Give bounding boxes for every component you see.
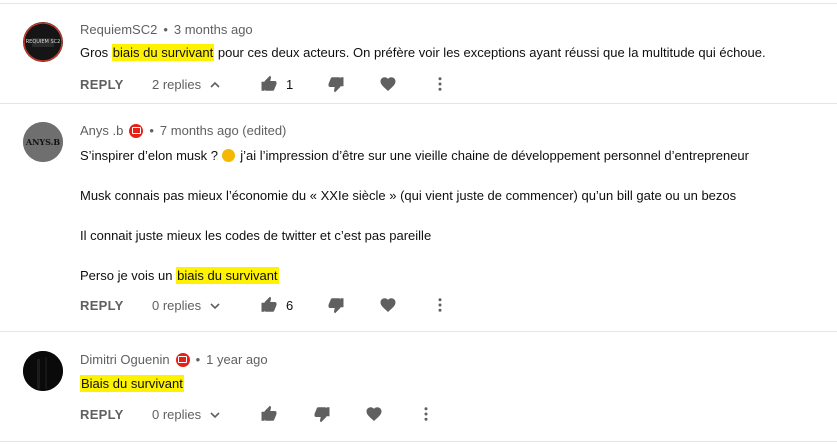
- membership-badge-icon: [129, 123, 144, 138]
- comment-text: Biais du survivant: [80, 375, 184, 392]
- replies-count: 0 replies: [152, 407, 202, 422]
- highlight-text: biais du survivant: [176, 267, 279, 284]
- chevron-down-icon: [210, 411, 220, 418]
- highlight-text: Biais du survivant: [80, 375, 184, 392]
- reply-button[interactable]: REPLY: [80, 77, 124, 92]
- heart-icon[interactable]: [365, 405, 383, 423]
- membership-badge-icon: [175, 352, 190, 367]
- like-count: 1: [286, 77, 294, 92]
- comment-author[interactable]: Anys .b: [80, 123, 123, 138]
- divider: [0, 441, 837, 442]
- more-vert-icon[interactable]: [417, 405, 435, 423]
- comment-anys-b: ANYS.B Anys .b • 7 months ago (edited) S…: [0, 104, 837, 331]
- comment-actions: REPLY 0 replies: [80, 405, 500, 427]
- separator-dot: •: [163, 22, 168, 37]
- comment-actions: REPLY 2 replies 1: [80, 75, 500, 97]
- reply-button[interactable]: REPLY: [80, 407, 124, 422]
- comment-author[interactable]: RequiemSC2: [80, 22, 157, 37]
- comment-text-line: Musk connais pas mieux l’économie du « X…: [80, 188, 737, 203]
- comment-time[interactable]: 3 months ago: [174, 22, 253, 37]
- avatar[interactable]: REQUIEM SC2: [23, 22, 63, 62]
- thumbs-down-icon[interactable]: [327, 75, 345, 93]
- chevron-up-icon: [210, 81, 220, 88]
- chevron-down-icon: [210, 302, 220, 309]
- more-vert-icon[interactable]: [431, 75, 449, 93]
- avatar-lettering: REQUIEM SC2: [26, 39, 61, 45]
- comment-actions: REPLY 0 replies 6: [80, 296, 500, 318]
- avatar[interactable]: ANYS.B: [23, 122, 63, 162]
- text-segment: j’ai l’impression d’être sur une vieille…: [236, 148, 749, 163]
- highlight-text: biais du survivant: [111, 44, 215, 61]
- text-segment: Gros: [80, 45, 112, 60]
- thumbs-up-icon[interactable]: [260, 405, 278, 423]
- separator-dot: •: [149, 123, 154, 138]
- comment-dimitri-oguenin: Dimitri Oguenin • 1 year ago Biais du su…: [0, 332, 837, 441]
- view-replies-button[interactable]: 2 replies: [152, 77, 221, 92]
- avatar-image: ANYS.B: [23, 122, 63, 162]
- thumbs-down-icon[interactable]: [313, 405, 331, 423]
- comment-text-line: Perso je vois un biais du survivant: [80, 267, 279, 284]
- like-count: 6: [286, 298, 294, 313]
- comment-time[interactable]: 1 year ago: [206, 352, 267, 367]
- view-replies-button[interactable]: 0 replies: [152, 407, 221, 422]
- thumbs-down-icon[interactable]: [327, 296, 345, 314]
- weary-face-icon: [221, 149, 235, 162]
- avatar-image: REQUIEM SC2: [23, 22, 63, 62]
- text-segment: S’inspirer d’elon musk ?: [80, 148, 222, 163]
- heart-icon[interactable]: [379, 296, 397, 314]
- heart-icon[interactable]: [379, 75, 397, 93]
- comment-author[interactable]: Dimitri Oguenin: [80, 352, 170, 367]
- reply-button[interactable]: REPLY: [80, 298, 124, 313]
- more-vert-icon[interactable]: [431, 296, 449, 314]
- thumbs-up-icon[interactable]: [260, 75, 278, 93]
- comment-time[interactable]: 7 months ago (edited): [160, 123, 286, 138]
- comment-text-line: Il connait juste mieux les codes de twit…: [80, 228, 432, 243]
- view-replies-button[interactable]: 0 replies: [152, 298, 221, 313]
- text-segment: Perso je vois un: [80, 268, 177, 283]
- replies-count: 2 replies: [152, 77, 202, 92]
- text-segment: pour ces deux acteurs. On préfère voir l…: [214, 45, 766, 60]
- avatar-lettering: ANYS.B: [25, 137, 61, 147]
- avatar[interactable]: [23, 351, 63, 391]
- comment-text-line: S’inspirer d’elon musk ? j’ai l’impressi…: [80, 148, 749, 163]
- thumbs-up-icon[interactable]: [260, 296, 278, 314]
- separator-dot: •: [195, 352, 201, 367]
- replies-count: 0 replies: [152, 298, 202, 313]
- avatar-image: [23, 351, 63, 391]
- comment-requiemsc2: REQUIEM SC2 RequiemSC2 • 3 months ago Gr…: [0, 0, 837, 103]
- comment-text: Gros biais du survivant pour ces deux ac…: [80, 44, 766, 61]
